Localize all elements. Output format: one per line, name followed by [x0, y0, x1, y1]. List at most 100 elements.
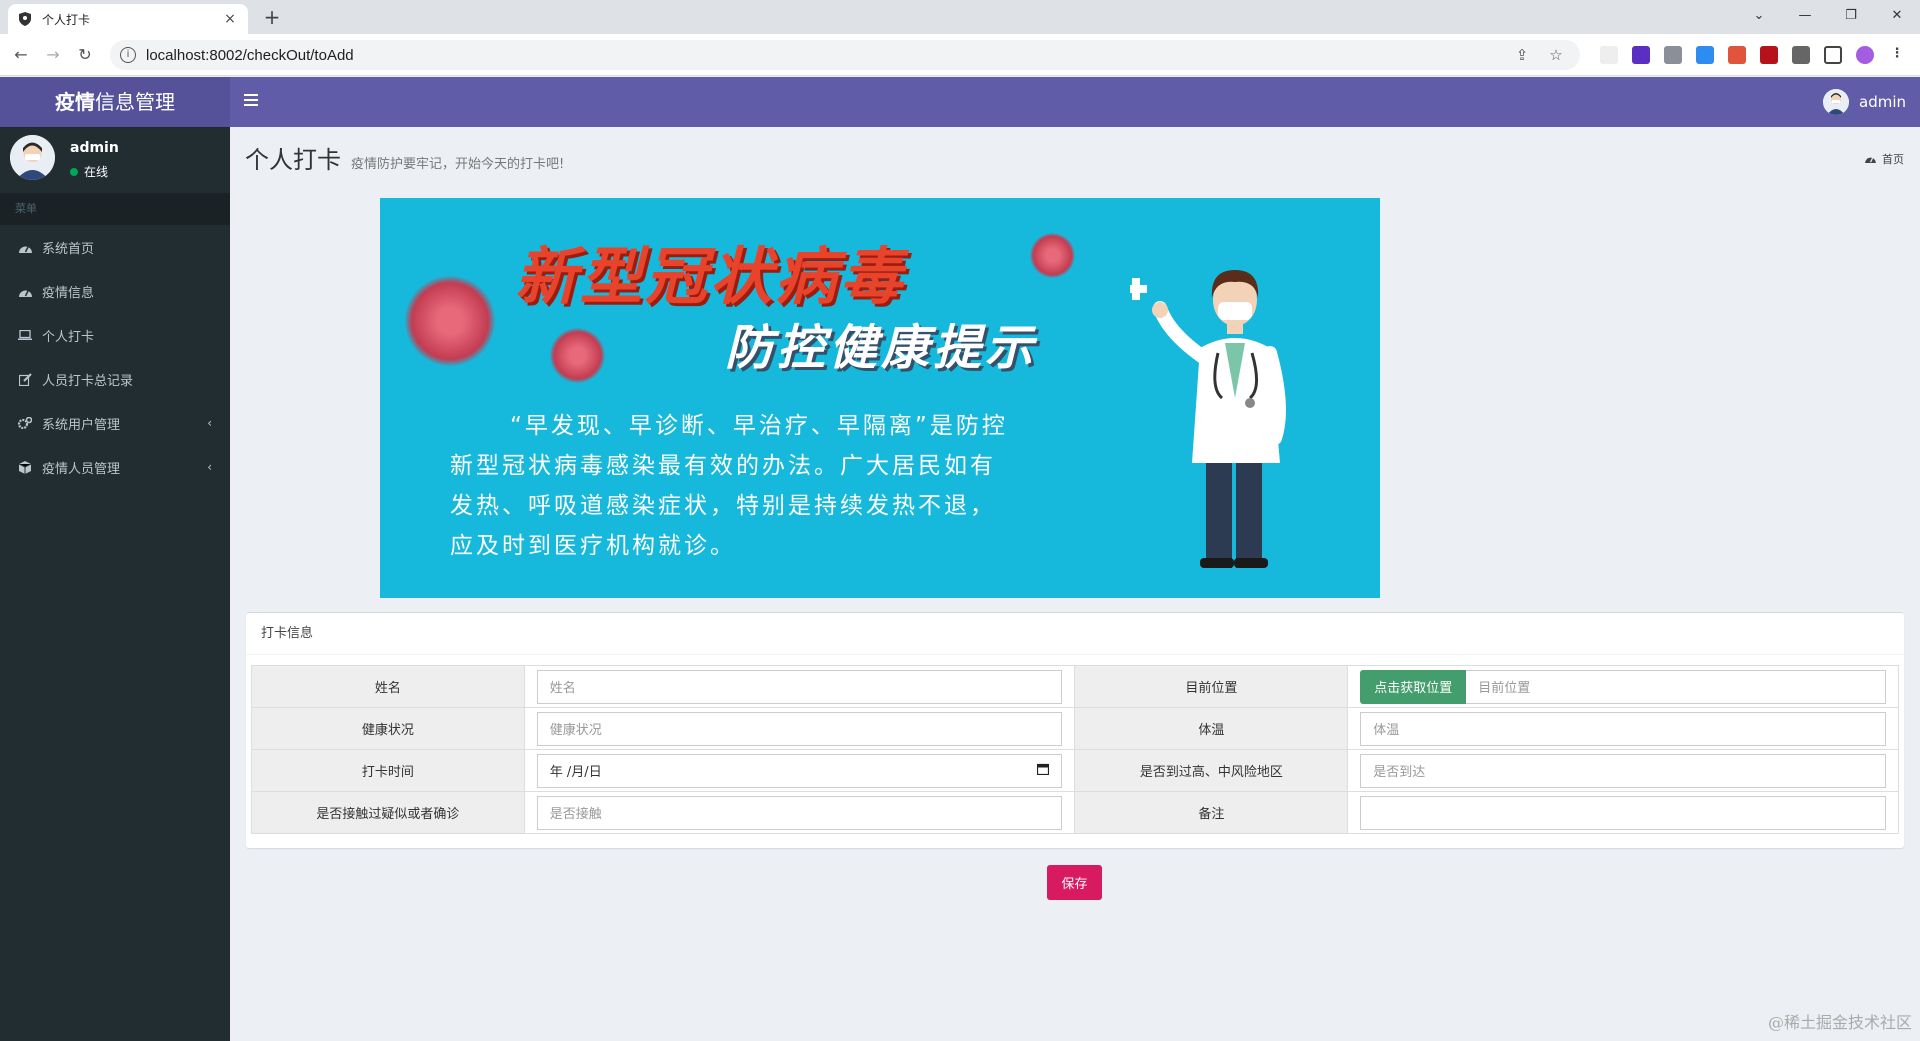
browser-tab-bar: 个人打卡 × + ⌄ — ❐ ✕ — [0, 0, 1920, 34]
extensions-puzzle-icon[interactable] — [1792, 46, 1810, 64]
sidebar-item-user-management[interactable]: 系统用户管理 ‹ — [0, 401, 230, 445]
risk-area-input[interactable]: 是否到达 — [1360, 753, 1886, 788]
sidebar-item-label: 个人打卡 — [42, 329, 95, 345]
location-group: 点击获取位置 目前位置 — [1360, 669, 1886, 704]
extension-cursor-icon[interactable] — [1600, 46, 1618, 64]
profile-avatar-icon[interactable] — [1856, 46, 1874, 64]
back-arrow-icon[interactable]: ← — [10, 44, 32, 66]
bookmark-star-icon[interactable]: ☆ — [1546, 46, 1566, 64]
page-subtitle: 疫情防护要牢记，开始今天的打卡吧! — [351, 157, 565, 172]
risk-area-label: 是否到过高、中风险地区 — [1074, 749, 1349, 792]
banner-subtitle: 防控健康提示 — [725, 320, 1038, 376]
side-panel-icon[interactable] — [1824, 46, 1842, 64]
sidebar-item-epidemic-info[interactable]: 疫情信息 — [0, 269, 230, 313]
online-status: 在线 — [70, 163, 108, 180]
app-logo[interactable]: 疫情信息管理 — [0, 77, 230, 127]
location-input[interactable]: 目前位置 — [1466, 669, 1886, 704]
contact-input[interactable]: 是否接触 — [536, 795, 1063, 830]
virus-icon — [550, 328, 605, 383]
virus-icon — [405, 276, 495, 366]
name-label: 姓名 — [251, 665, 525, 708]
avatar — [10, 135, 55, 180]
url-text: localhost:8002/checkOut/toAdd — [146, 46, 354, 64]
header-username: admin — [1859, 93, 1906, 111]
extension-layers-icon[interactable] — [1696, 46, 1714, 64]
site-info-icon[interactable]: i — [120, 47, 136, 63]
sidebar-username: admin — [70, 140, 119, 156]
address-bar[interactable]: i localhost:8002/checkOut/toAdd ⇪ ☆ — [110, 40, 1580, 70]
reload-icon[interactable]: ↻ — [74, 44, 96, 66]
user-panel: admin 在线 — [0, 127, 230, 193]
extension-store-icon[interactable] — [1664, 46, 1682, 64]
box-title: 打卡信息 — [246, 613, 1904, 655]
tab-search-icon[interactable]: ⌄ — [1736, 4, 1782, 28]
extensions-area: ⋮ — [1600, 46, 1906, 64]
location-label: 目前位置 — [1074, 665, 1349, 708]
breadcrumb[interactable]: 首页 — [1865, 151, 1904, 167]
status-text: 在线 — [84, 165, 109, 179]
save-button[interactable]: 保存 — [1047, 865, 1102, 900]
gears-icon — [18, 417, 32, 429]
sidebar-toggle-icon[interactable] — [244, 91, 266, 113]
checkin-form-table: 姓名 姓名 目前位置 点击获取位置 目前位置 健康状况 健康状况 体温 体温 打… — [251, 665, 1899, 834]
app-header: 疫情信息管理 admin — [0, 77, 1920, 127]
restore-button[interactable]: ❐ — [1828, 4, 1874, 28]
dashboard-icon — [1865, 153, 1876, 166]
minimize-button[interactable]: — — [1782, 4, 1828, 28]
remark-input[interactable] — [1360, 795, 1886, 830]
chevron-left-icon: ‹ — [207, 460, 212, 474]
sidebar: admin 在线 菜单 系统首页 疫情信息 个人打卡 人员打卡总记录 系统用户管… — [0, 127, 230, 1041]
content-header: 个人打卡 疫情防护要牢记，开始今天的打卡吧! — [245, 140, 564, 175]
sidebar-item-label: 疫情信息 — [42, 285, 95, 301]
health-label: 健康状况 — [251, 707, 525, 750]
tab-close-icon[interactable]: × — [222, 11, 238, 27]
temperature-label: 体温 — [1074, 707, 1349, 750]
sidebar-item-personnel-management[interactable]: 疫情人员管理 ‹ — [0, 445, 230, 489]
page-title: 个人打卡 — [245, 146, 341, 174]
sidebar-item-label: 人员打卡总记录 — [42, 373, 134, 389]
sidebar-item-label: 系统用户管理 — [42, 417, 121, 433]
edit-icon — [18, 372, 32, 386]
name-input[interactable]: 姓名 — [536, 669, 1063, 704]
sidebar-item-checkin[interactable]: 个人打卡 — [0, 313, 230, 357]
checkin-form-box: 打卡信息 姓名 姓名 目前位置 点击获取位置 目前位置 健康状况 健康状况 体温… — [246, 612, 1904, 848]
checkin-time-label: 打卡时间 — [251, 749, 525, 792]
table-row: 健康状况 健康状况 体温 体温 — [251, 707, 1899, 750]
banner-text: “早发现、早诊断、早治疗、早隔离”是防控新型冠状病毒感染最有效的办法。广大居民如… — [450, 413, 1008, 559]
watermark: @稀土掘金技术社区 — [1767, 1013, 1912, 1032]
new-tab-button[interactable]: + — [260, 6, 284, 30]
close-window-button[interactable]: ✕ — [1874, 4, 1920, 28]
sidebar-item-records[interactable]: 人员打卡总记录 — [0, 357, 230, 401]
sidebar-item-home[interactable]: 系统首页 — [0, 225, 230, 269]
calendar-icon[interactable] — [1037, 763, 1050, 779]
share-icon[interactable]: ⇪ — [1512, 46, 1532, 64]
laptop-icon — [18, 330, 32, 340]
browser-menu-icon[interactable]: ⋮ — [1888, 46, 1906, 64]
health-input[interactable]: 健康状况 — [536, 711, 1063, 746]
tab-title: 个人打卡 — [42, 12, 91, 27]
forward-arrow-icon[interactable]: → — [42, 44, 64, 66]
browser-tab[interactable]: 个人打卡 × — [8, 4, 248, 34]
temperature-input[interactable]: 体温 — [1360, 711, 1886, 746]
browser-toolbar: ← → ↻ i localhost:8002/checkOut/toAdd ⇪ … — [0, 34, 1920, 76]
table-row: 打卡时间 年 /月/日 是否到过高、中风险地区 是否到达 — [251, 749, 1899, 792]
logo-text: 信息管理 — [95, 90, 175, 114]
avatar — [1823, 89, 1849, 115]
banner-title: 新型冠状病毒 — [515, 240, 906, 313]
get-location-button[interactable]: 点击获取位置 — [1360, 669, 1467, 704]
extension-pdf-icon[interactable] — [1632, 46, 1650, 64]
extension-ublock-icon[interactable] — [1760, 46, 1778, 64]
menu-header: 菜单 — [0, 193, 230, 225]
extension-tool-icon[interactable] — [1728, 46, 1746, 64]
window-controls: ⌄ — ❐ ✕ — [1736, 4, 1920, 28]
table-row: 姓名 姓名 目前位置 点击获取位置 目前位置 — [251, 665, 1899, 708]
cube-icon — [18, 460, 32, 474]
sidebar-item-label: 疫情人员管理 — [42, 461, 121, 477]
contact-label: 是否接触过疑似或者确诊 — [251, 791, 525, 834]
covid-prevention-banner: 新型冠状病毒 防控健康提示 “早发现、早诊断、早治疗、早隔离”是防控新型冠状病毒… — [380, 198, 1380, 598]
user-menu[interactable]: admin — [1823, 77, 1906, 127]
date-placeholder: 年 /月/日 — [549, 765, 602, 780]
checkin-date-input[interactable]: 年 /月/日 — [536, 753, 1063, 788]
chevron-left-icon: ‹ — [207, 416, 212, 430]
status-dot-icon — [70, 167, 78, 176]
